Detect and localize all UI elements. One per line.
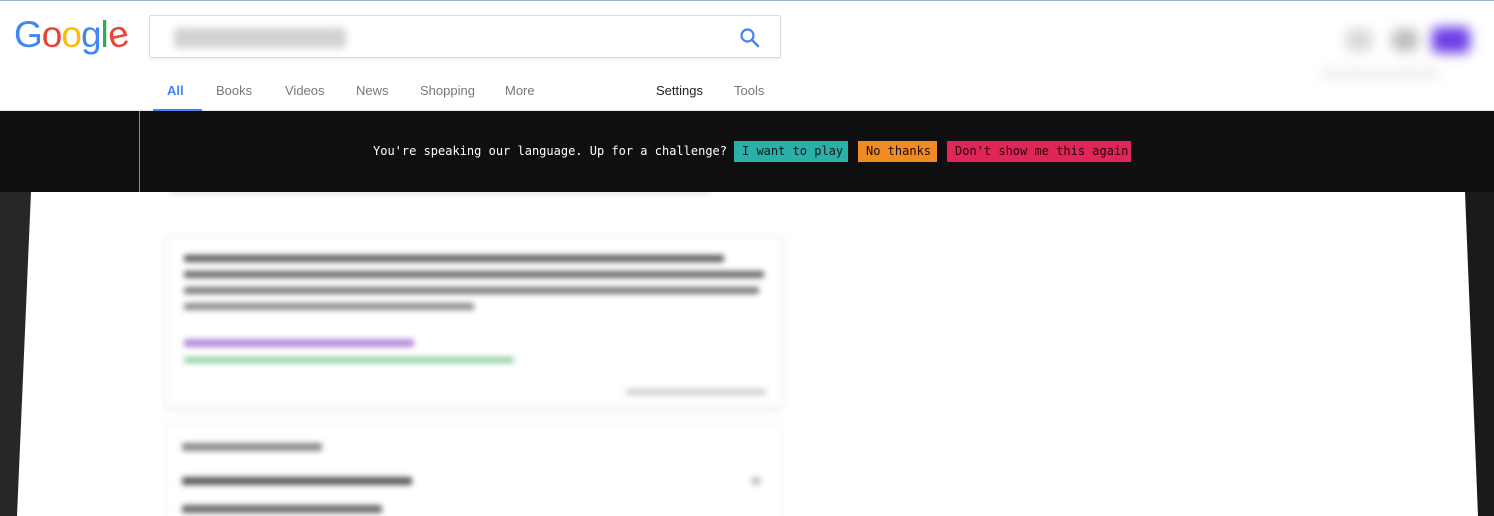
search-input[interactable]: [174, 26, 350, 50]
avatar[interactable]: [1432, 27, 1470, 53]
challenge-prompt: You're speaking our language. Up for a c…: [373, 144, 728, 158]
logo-letter-g: G: [14, 14, 43, 55]
notifications-icon[interactable]: [1392, 29, 1418, 51]
featured-snippet-redacted: [165, 236, 782, 408]
search-button[interactable]: [738, 26, 762, 50]
account-area-redacted: [1310, 3, 1494, 93]
tab-shopping[interactable]: Shopping: [420, 83, 475, 98]
google-header: Google All Books Videos News Shopping Mo…: [0, 0, 1494, 112]
search-box[interactable]: [149, 15, 781, 58]
tab-videos[interactable]: Videos: [285, 83, 325, 98]
search-results-page: [17, 192, 1478, 516]
logo-letter-o1: o: [41, 14, 63, 55]
settings-link[interactable]: Settings: [656, 83, 703, 98]
banner-divider: [139, 111, 140, 192]
tab-all[interactable]: All: [167, 83, 184, 98]
google-logo[interactable]: Google: [14, 12, 131, 57]
tab-books[interactable]: Books: [216, 83, 252, 98]
account-text-redacted: [1320, 69, 1440, 79]
no-thanks-button[interactable]: No thanks: [858, 141, 937, 162]
tab-news[interactable]: News: [356, 83, 389, 98]
app-window: Google All Books Videos News Shopping Mo…: [0, 0, 1494, 516]
logo-letter-o2: o: [61, 14, 82, 55]
want-to-play-button[interactable]: I want to play: [734, 141, 848, 162]
tab-more[interactable]: More: [505, 83, 535, 98]
related-questions-redacted: [165, 424, 782, 516]
tools-link[interactable]: Tools: [734, 83, 764, 98]
search-icon: [740, 28, 760, 48]
logo-letter-g2: g: [80, 14, 102, 55]
dont-show-again-button[interactable]: Don't show me this again: [947, 141, 1131, 162]
apps-icon[interactable]: [1346, 29, 1372, 51]
